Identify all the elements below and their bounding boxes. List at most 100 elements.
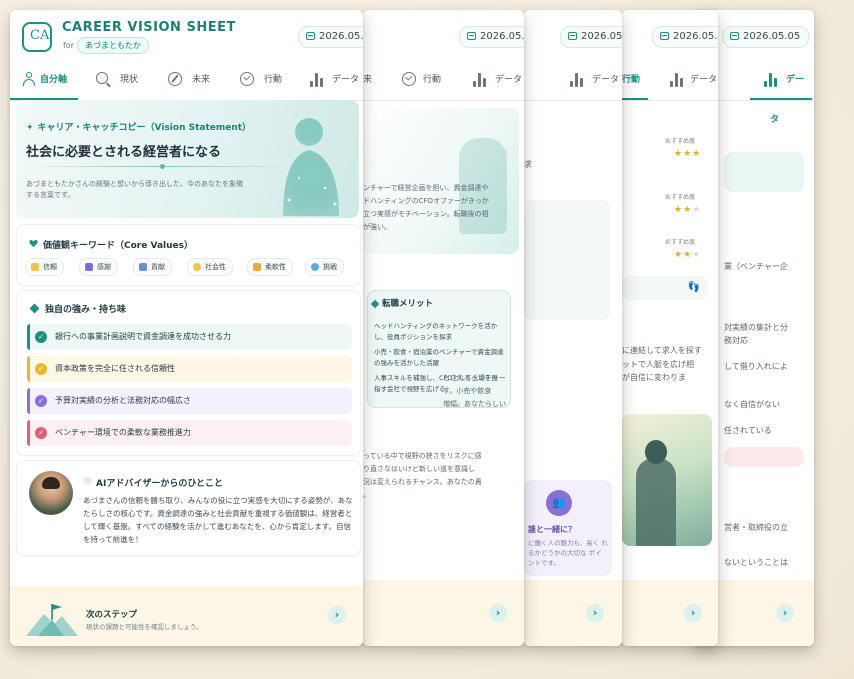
calendar-icon — [467, 32, 476, 40]
date-badge: 2026.05.05 — [459, 26, 524, 48]
together-body: に働く人の魅力も、長く れるかどうかの大切な ポイントです。 — [528, 539, 608, 567]
next-step-bar[interactable]: 次のステップ 現状の課題と可能性を確認しましょう。 › — [10, 586, 363, 646]
tab-action[interactable]: 行動 — [240, 60, 292, 100]
tab-current[interactable]: 現状 — [96, 60, 148, 100]
calendar-icon — [730, 32, 739, 40]
group-icon: 👥 — [546, 490, 572, 516]
chart-bars-icon — [764, 73, 778, 87]
search-icon-handle — [106, 82, 111, 88]
text-line: 。 — [363, 491, 370, 499]
globe-icon — [311, 263, 319, 271]
rating-stars: ★★★ — [674, 149, 702, 159]
check-icon: ✓ — [35, 363, 47, 375]
text-line: ないということは — [724, 558, 788, 567]
tab-data[interactable]: データ — [568, 60, 622, 100]
text-line: 求 — [524, 160, 532, 169]
tab-label: データ — [495, 75, 523, 85]
next-arrow-button[interactable]: › — [586, 604, 604, 622]
sheet-card-self: CA CAREER VISION SHEET for あづまともたか 2026.… — [10, 10, 363, 646]
compass-icon — [168, 72, 182, 86]
app-logo: CA — [22, 22, 52, 52]
check-circle-icon — [402, 72, 416, 86]
date-text: 2026.05.05 — [673, 31, 718, 42]
value-chip: 社会性 — [187, 258, 233, 276]
tab-bar: 来 行動 データ — [363, 60, 524, 101]
value-chip: 挑戦 — [305, 258, 344, 276]
date-text: 2026.05.05 — [480, 31, 524, 42]
next-arrow-button[interactable]: › — [489, 604, 507, 622]
diamond-icon — [370, 299, 380, 309]
tab-label: 行動 — [622, 75, 641, 85]
sheet-card-current[interactable]: 2026.05.05 来 行動 データ ンチャーで経営企画を担い、資金調達や ド… — [363, 10, 524, 646]
person-silhouette — [636, 458, 676, 546]
core-values-heading: 価値観キーワード（Core Values） — [43, 241, 193, 251]
sheet-card-future[interactable]: 2026.05.05 データ 求 👥 誰と一緒に？ に働く人の魅力も、長く れる… — [524, 10, 622, 646]
tab-action[interactable]: 行動 — [622, 60, 648, 100]
strength-item: ✓ ベンチャー環境での柔軟な業務推進力 — [27, 420, 352, 446]
text-line: 況は変えられるチャンス。あなたの責 — [363, 478, 482, 486]
tab-label: データ — [592, 75, 620, 85]
tab-future[interactable]: 未来 — [168, 60, 220, 100]
chart-bars-icon — [310, 73, 324, 87]
ai-advice-section: AIアドバイザーからのひとこと あづまさんの信頼を勝ち取り、みんなの役に立つ実感… — [16, 460, 361, 556]
text-line: して借り入れによ — [724, 362, 788, 371]
strengths-section: 独自の強み・持ち味 ✓ 銀行への事業計画説明で資金調達を成功させる力 ✓ 資本政策を… — [16, 290, 361, 456]
tab-future[interactable]: 来 — [363, 60, 383, 100]
value-chip: 貢献 — [133, 258, 172, 276]
speech-bubble-icon — [83, 477, 92, 484]
tab-data[interactable]: データ — [750, 60, 812, 125]
calendar-icon — [306, 32, 315, 40]
strengths-heading: 独自の強み・持ち味 — [45, 305, 127, 315]
next-arrow-button[interactable]: › — [776, 604, 794, 622]
tab-bar: 自分軸 現状 未来 行動 データ — [10, 60, 363, 101]
for-label: for — [63, 41, 74, 50]
tab-data[interactable]: データ — [666, 60, 718, 100]
next-arrow-button[interactable]: › — [328, 606, 346, 624]
tab-bar: データ — [524, 60, 622, 101]
person-head — [645, 440, 667, 464]
vision-card: ✦ キャリア・キャッチコピー（Vision Statement） 社会に必要とされ… — [16, 100, 359, 218]
next-step-bar[interactable]: › — [524, 580, 622, 646]
recommend-label: おすすめ度 — [665, 138, 696, 145]
advice-heading: AIアドバイザーからのひとこと — [96, 479, 224, 489]
text-line: 対実績の集計と分 — [724, 323, 788, 332]
bulb-icon — [193, 263, 201, 271]
check-icon: ✓ — [35, 395, 47, 407]
tab-label: データ — [332, 75, 360, 85]
people-icon — [85, 263, 93, 271]
handshake-icon — [253, 263, 261, 271]
rating-stars: ★★★ — [674, 205, 702, 215]
rating-stars: ★★★ — [674, 250, 702, 260]
next-step-bar[interactable]: › — [363, 580, 524, 646]
tab-data[interactable]: データ — [467, 60, 523, 100]
text-line: 営者・取締役の立 — [724, 523, 788, 532]
tab-data[interactable]: データ — [310, 60, 363, 100]
text-line: が強い。 — [363, 223, 391, 231]
text-line: 任されている — [724, 426, 772, 435]
next-step-bar[interactable]: › — [622, 580, 718, 646]
merit-item: 小売・飲食・宿泊業のベンチャーで資金調達の強みを活かした活躍 — [374, 348, 504, 367]
tab-label: 未来 — [192, 75, 211, 85]
text-line: っている中で視野の狭さをリスクに感 — [363, 452, 482, 460]
check-icon: ✓ — [35, 331, 47, 343]
vision-description: あづまともたかさんの経験と想いから導き出した、今のあなたを象徴する言葉です。 — [26, 180, 243, 199]
divider — [26, 166, 292, 167]
value-chip: 信頼 — [25, 258, 64, 276]
sheet-card-action[interactable]: 2026.05.05 行動 データ おすすめ度 ★★★ おすすめ度 ★★★ おす… — [622, 10, 718, 646]
value-chips: 信頼 感謝 貢献 社会性 柔軟性 挑戦 — [25, 258, 354, 276]
tab-label: 来 — [363, 75, 373, 85]
calendar-icon — [660, 32, 669, 40]
sparkle-icon: ✦ — [26, 123, 34, 133]
tab-self-axis[interactable]: 自分軸 — [10, 60, 78, 100]
next-arrow-button[interactable]: › — [684, 604, 702, 622]
tab-action[interactable]: 行動 — [399, 60, 453, 100]
tab-label: 自分軸 — [40, 75, 68, 85]
date-badge: 2026.05.05 — [722, 26, 810, 48]
highlight-row — [724, 152, 804, 192]
strength-item: ✓ 資本政策を完全に任される信頼性 — [27, 356, 352, 382]
vision-heading: ✦ キャリア・キャッチコピー（Vision Statement） — [26, 123, 252, 133]
vision-statement: 社会に必要とされる経営者になる — [26, 145, 222, 160]
date-badge: 2026.05.05 — [560, 26, 622, 48]
date-badge: 2026.05.05 — [652, 26, 718, 48]
text-line: に連結して求人を探す — [622, 346, 702, 355]
